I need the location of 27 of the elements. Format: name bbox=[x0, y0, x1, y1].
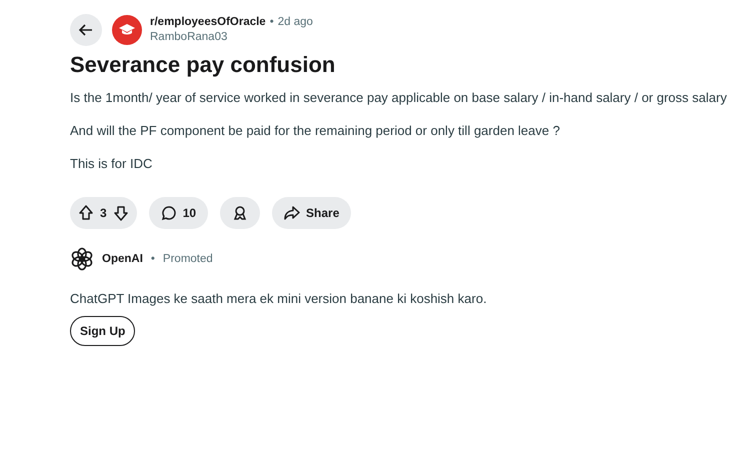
knot-logo-icon bbox=[70, 247, 94, 271]
upvote-icon[interactable] bbox=[78, 205, 94, 221]
back-arrow-icon bbox=[78, 22, 94, 38]
post-paragraph: This is for IDC bbox=[70, 156, 154, 171]
ad-text: ChatGPT Images ke saath mera ek mini version banane ki koshish karo. bbox=[70, 291, 488, 306]
author-name[interactable]: RamboRana03 bbox=[150, 30, 313, 45]
share-arrow-icon bbox=[284, 205, 300, 221]
community-name[interactable]: r/employeesOfOracle bbox=[150, 15, 266, 30]
award-icon bbox=[232, 205, 248, 221]
speech-bubble-icon bbox=[160, 205, 177, 221]
post-paragraph: Is the 1month/ year of service worked in severance pay applicable on base salary / in-hand salary / or gross salary bbox=[70, 90, 728, 105]
graduation-cap-icon bbox=[119, 24, 135, 36]
vote-count: 3 bbox=[100, 206, 107, 220]
share-button[interactable]: Share bbox=[272, 197, 352, 229]
comments-button[interactable]: 10 bbox=[148, 197, 208, 229]
separator-dot: • bbox=[150, 253, 155, 265]
sign-up-button[interactable]: Sign Up bbox=[70, 316, 136, 346]
promoted-label: Promoted bbox=[162, 253, 213, 265]
post-title: Severance pay confusion bbox=[70, 52, 336, 78]
community-avatar[interactable] bbox=[112, 15, 142, 45]
post-time: 2d ago bbox=[278, 15, 313, 30]
advertiser-name[interactable]: OpenAI bbox=[102, 253, 143, 265]
separator-dot: • bbox=[270, 15, 274, 30]
award-button[interactable] bbox=[220, 197, 260, 229]
downvote-icon[interactable] bbox=[112, 205, 129, 221]
post-paragraph: And will the PF component be paid for the remaining period or only till garden leave ? bbox=[70, 123, 561, 138]
back-button[interactable] bbox=[70, 14, 102, 46]
